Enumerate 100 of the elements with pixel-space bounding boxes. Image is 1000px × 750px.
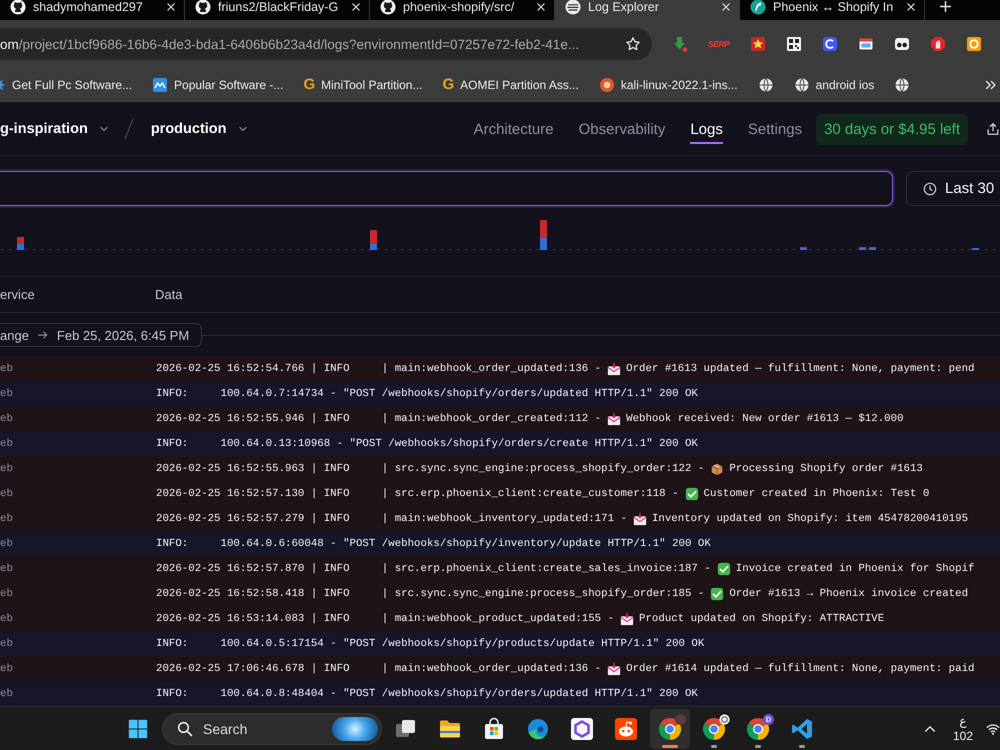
range-end: Feb 25, 2026, 6:45 PM	[56, 328, 190, 342]
bookmark-item[interactable]: android ios	[786, 71, 882, 99]
service-name: eb	[0, 462, 13, 474]
envelope-icon	[607, 362, 622, 376]
search-icon	[177, 720, 193, 736]
ring-tile-icon[interactable]	[966, 36, 982, 52]
service-name: eb	[0, 688, 13, 700]
check-icon	[710, 586, 724, 600]
close-icon[interactable]	[721, 2, 731, 12]
nav-tab[interactable]: Settings	[748, 114, 802, 144]
envelope-icon	[632, 512, 647, 526]
running-indicator	[799, 744, 805, 748]
log-row[interactable]: eb INFO: 100.64.0.13:10968 - "POST /webhooks/shopify/orders/create HTTP/1.1" 200 OK	[0, 431, 1000, 456]
log-text: 2026-02-25 16:53:14.083 | INFO | main:webhook_product_updated:155 -	[156, 612, 614, 624]
slash-divider	[124, 118, 134, 140]
log-row[interactable]: eb 2026-02-25 16:52:55.946 | INFO | main:webhook_order_created:112 - Webhook received: New order #1613 — $12.000	[0, 406, 1000, 431]
nav-tab[interactable]: Logs	[690, 114, 723, 144]
time-range-button[interactable]: Last 30	[906, 171, 1000, 206]
arc-tile-icon[interactable]	[822, 36, 838, 52]
star-icon[interactable]	[625, 36, 641, 52]
plus-icon[interactable]	[939, 0, 952, 13]
log-row[interactable]: eb INFO: 100.64.0.7:14734 - "POST /webhooks/shopify/orders/updated HTTP/1.1" 200 OK	[0, 381, 1000, 406]
log-text: INFO: 100.64.0.6:60048 - "POST /webhooks/shopify/inventory/update HTTP/1.1" 200 OK	[156, 538, 711, 550]
log-row[interactable]: eb 2026-02-25 16:52:58.418 | INFO | src.sync.sync_engine:process_shopify_order:185 - Order #1613 → Phoenix invoice created	[0, 581, 1000, 606]
trial-badge: 30 days or $4.95 left	[816, 114, 968, 144]
star-tile-icon[interactable]	[750, 36, 766, 52]
log-row[interactable]: eb 2026-02-25 16:52:54.766 | INFO | main:webhook_order_updated:136 - Order #1613 updated — fulfillment: None, payment: pend	[0, 356, 1000, 381]
log-text: INFO: 100.64.0.5:17154 - "POST /webhooks/shopify/products/update HTTP/1.1" 200 OK	[156, 638, 704, 650]
double-chevron-icon[interactable]	[984, 78, 998, 92]
log-volume-bar	[370, 230, 377, 250]
environment-selector[interactable]: production	[150, 121, 249, 137]
arrow-down-icon[interactable]	[672, 36, 688, 52]
keyboard-language[interactable]: ع	[959, 714, 967, 728]
log-text: 2026-02-25 16:52:57.279 | INFO | main:webhook_inventory_updated:171 -	[156, 512, 627, 524]
close-icon[interactable]	[906, 2, 916, 12]
log-row[interactable]: eb 2026-02-25 16:52:55.963 | INFO | src.sync.sync_engine:process_shopify_order:122 - Processing Shopify order #1613	[0, 456, 1000, 481]
address-bar[interactable]: om/project/1bcf9686-16b6-4de3-bda1-6406b6b23a4d/logs?environmentId=07257e72-feb2-41e...	[0, 28, 652, 60]
cat-logo-icon	[195, 0, 211, 14]
service-name: eb	[0, 638, 13, 650]
close-icon[interactable]	[536, 2, 546, 12]
browser-tab[interactable]: Log Explorer	[555, 0, 740, 20]
log-row[interactable]: eb 2026-02-25 16:52:57.870 | INFO | src.erp.phoenix_client:create_sales_invoice:187 - Invoice created in Phoenix for Shopif	[0, 556, 1000, 581]
log-message: Customer created in Phoenix: Test 0	[704, 488, 930, 500]
log-message: Product updated on Shopify: ATTRACTIVE	[639, 612, 884, 624]
log-volume-bar	[869, 247, 876, 250]
package-icon	[710, 462, 724, 476]
envelope-icon	[607, 412, 622, 426]
service-name: eb	[0, 388, 13, 400]
service-name: eb	[0, 488, 13, 500]
qr-code-icon[interactable]	[786, 36, 802, 52]
search-box[interactable]: Search	[162, 712, 382, 744]
browser-icon	[746, 716, 770, 740]
log-text: 2026-02-25 16:52:57.130 | INFO | src.erp.phoenix_client:create_customer:118 -	[156, 488, 679, 500]
close-icon[interactable]	[351, 2, 361, 12]
goggles-icon[interactable]	[894, 36, 910, 52]
wifi-icon[interactable]	[986, 722, 1000, 736]
envelope-icon	[607, 662, 622, 676]
service-name: eb	[0, 538, 13, 550]
letter-logo: G	[442, 77, 454, 93]
nav-tab[interactable]: Observability	[578, 114, 666, 144]
log-text: 2026-02-25 17:06:46.678 | INFO | main:webhook_order_updated:136 -	[156, 662, 602, 674]
bookmark-item[interactable]: Get Full Pc Software...	[0, 71, 140, 99]
start-icon	[127, 718, 149, 740]
window-icon[interactable]	[858, 36, 874, 52]
arrow-right-icon	[36, 329, 49, 341]
avatar-circle	[675, 714, 686, 724]
range-start: ange	[0, 328, 29, 342]
service-name: eb	[0, 362, 13, 374]
log-row[interactable]: eb INFO: 100.64.0.6:60048 - "POST /webhooks/shopify/inventory/update HTTP/1.1" 200 OK	[0, 531, 1000, 556]
log-row[interactable]: eb INFO: 100.64.0.5:17154 - "POST /webhooks/shopify/products/update HTTP/1.1" 200 OK	[0, 631, 1000, 656]
log-message: Webhook received: New order #1613 — $12.000	[626, 412, 904, 424]
bookmark-item[interactable]: Popular Software -...	[144, 71, 292, 99]
log-row[interactable]: eb 2026-02-25 16:53:14.083 | INFO | main:webhook_product_updated:155 - Product updated on Shopify: ATTRACTIVE	[0, 606, 1000, 631]
check-icon	[684, 486, 699, 500]
nav-tab[interactable]: Architecture	[474, 114, 554, 144]
log-volume-bar	[540, 220, 547, 250]
log-row[interactable]: eb 2026-02-25 17:06:46.678 | INFO | main:webhook_order_updated:136 - Order #1614 updated — fulfillment: None, payment: paid	[0, 656, 1000, 681]
project-selector[interactable]: g-inspiration	[0, 121, 110, 137]
log-row[interactable]: eb 2026-02-25 16:52:57.130 | INFO | src.erp.phoenix_client:create_customer:118 - Customer created in Phoenix: Test 0	[0, 481, 1000, 506]
bookmark-item[interactable]: G MiniTool Partition...	[295, 71, 430, 99]
service-name: eb	[0, 662, 13, 674]
service-name: eb	[0, 512, 13, 524]
service-name: eb	[0, 612, 13, 624]
log-message: Inventory updated on Shopify: item 45478200410195	[652, 512, 968, 524]
close-icon[interactable]	[166, 2, 176, 12]
round-badge-icon	[598, 77, 615, 93]
globe-icon	[894, 77, 910, 93]
upload-icon[interactable]	[986, 122, 1000, 136]
taskbar-app[interactable]	[650, 708, 690, 748]
url-text: om/project/1bcf9686-16b6-4de3-bda1-6406b6b23a4d/logs?environmentId=07257e72-feb2-41e...	[0, 36, 580, 52]
globe-icon	[758, 77, 774, 93]
log-row[interactable]: eb INFO: 100.64.0.8:48404 - "POST /webhooks/shopify/orders/updated HTTP/1.1" 200 OK	[0, 681, 1000, 706]
log-text: INFO: 100.64.0.13:10968 - "POST /webhooks/shopify/orders/create HTTP/1.1" 200 OK	[156, 438, 698, 450]
running-indicator	[755, 744, 761, 748]
log-row[interactable]: eb 2026-02-25 16:52:57.279 | INFO | main:webhook_inventory_updated:171 - Inventory updated on Shopify: item 45478200410195	[0, 506, 1000, 531]
bookmark-item[interactable]: kali-linux-2022.1-ins...	[590, 71, 746, 99]
search-field[interactable]	[0, 171, 893, 206]
stop-sign-icon[interactable]	[930, 36, 946, 52]
log-message: Processing Shopify order #1613	[729, 462, 923, 474]
bookmark-item[interactable]: G AOMEI Partition Ass...	[434, 71, 587, 99]
